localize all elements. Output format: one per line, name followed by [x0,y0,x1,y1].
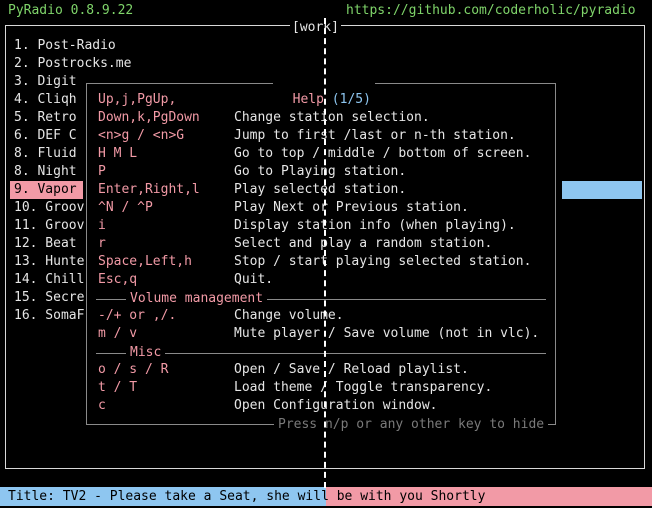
center-divider [324,18,326,488]
project-url[interactable]: https://github.com/coderholic/pyradio [346,2,636,20]
help-description: Change volume. [234,308,344,323]
help-keys: H M L [98,146,138,161]
help-keys: t / T [98,380,138,395]
station-item[interactable]: 14. Chill [14,271,84,289]
help-description: Load theme / Toggle transparency. [234,380,493,395]
station-item[interactable]: 2. Postrocks.me [14,55,131,73]
playlist-name: [work] [290,19,341,37]
help-description: Jump to first /last or n-th station. [234,128,516,143]
help-description: Play Next or Previous station. [234,200,469,215]
help-keys: ^N / ^P [98,200,153,215]
help-description: Go to top / middle / bottom of screen. [234,146,532,161]
station-item[interactable]: 8. Night [14,163,77,181]
help-description: Play selected station. [234,182,407,197]
help-description: Select and play a random station. [234,236,493,251]
help-description: Display station info (when playing). [234,218,516,233]
help-keys: Up,j,PgUp, [98,92,177,107]
help-keys: -/+ or ,/. [98,308,177,323]
station-item[interactable]: 1. Post-Radio [14,37,116,55]
app-title: PyRadio 0.8.9.22 [8,3,134,18]
station-item[interactable]: 5. Retro [14,109,77,127]
selected-row-tail [562,181,642,199]
help-keys: c [98,398,106,413]
help-page-indicator: (1/5) [331,92,371,107]
help-keys: Enter,Right,l [98,182,200,197]
help-keys: <n>g / <n>G [98,128,185,143]
station-item[interactable]: 15. Secre [14,289,84,307]
help-keys: m / v [98,326,138,341]
help-title-label: Help [292,92,324,107]
help-description: Change station selection. [234,110,430,125]
help-keys: Esc,q [98,272,138,287]
station-item[interactable]: 16. SomaF [14,307,84,325]
station-item[interactable]: 4. Cliqh [14,91,77,109]
help-description: Stop / start playing selected station. [234,254,532,269]
station-item[interactable]: 12. Beat [14,235,77,253]
help-keys: P [98,164,106,179]
volume-section-label: Volume management [126,290,268,308]
status-bar-text: Title: TV2 - Please take a Seat, she wil… [8,489,486,504]
help-description: Open Configuration window. [234,398,438,413]
help-footer-hint: Press n/p or any other key to hide [274,416,549,434]
help-keys: i [98,218,106,233]
station-item[interactable]: 11. Groov [14,217,84,235]
help-description: Mute player / Save volume (not in vlc). [234,326,540,341]
help-keys: Space,Left,h [98,254,192,269]
misc-section-label: Misc [126,344,166,362]
station-item[interactable]: 3. Digit [14,73,77,91]
station-item[interactable]: 8. Fluid [14,145,77,163]
station-item[interactable]: 10. Groov [14,199,84,217]
help-keys: Down,k,PgDown [98,110,200,125]
help-keys: o / s / R [98,362,169,377]
station-item-selected[interactable]: 9. Vapor [14,181,77,199]
help-description: Go to Playing station. [234,164,407,179]
station-item[interactable]: 13. Hunte [14,253,84,271]
station-item[interactable]: 6. DEF C [14,127,77,145]
help-description: Quit. [234,272,274,287]
help-description: Open / Save / Reload playlist. [234,362,469,377]
help-keys: r [98,236,106,251]
